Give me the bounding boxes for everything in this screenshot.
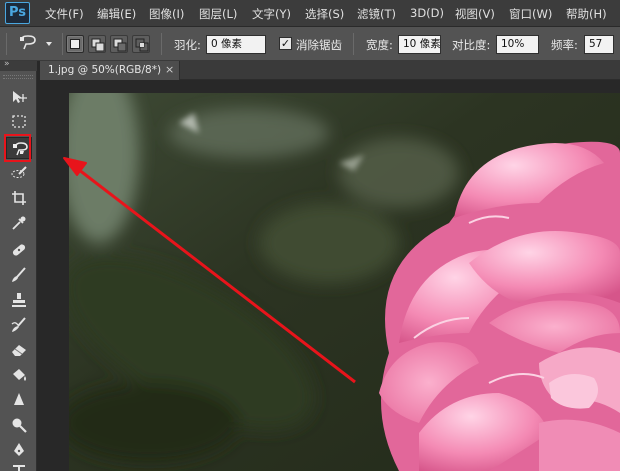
antialias-label: 消除锯齿 [296, 38, 342, 52]
frequency-label: 频率: [551, 38, 578, 52]
quick-selection-icon [11, 166, 27, 178]
eraser-icon [12, 345, 26, 356]
dodge-tool[interactable] [6, 414, 32, 436]
clone-stamp-tool[interactable] [6, 289, 32, 311]
collapse-toolbox-icon[interactable]: » [4, 59, 9, 69]
blur-tool[interactable] [6, 389, 32, 411]
menu-3d[interactable]: 3D(D) [410, 6, 444, 20]
history-brush-tool[interactable] [6, 314, 32, 336]
stamp-icon [12, 293, 26, 307]
subtract-selection-button[interactable] [110, 35, 128, 53]
type-icon [13, 465, 25, 471]
paint-bucket-tool[interactable] [6, 364, 32, 386]
document-tab-bar: 1.jpg @ 50%(RGB/8*) × [40, 61, 620, 80]
blur-drop-icon [14, 393, 24, 405]
document-image[interactable] [69, 93, 620, 471]
history-brush-icon [11, 317, 26, 332]
options-grip [6, 33, 7, 55]
menu-layer[interactable]: 图层(L) [199, 6, 237, 22]
type-tool[interactable] [6, 461, 32, 471]
marquee-tool[interactable] [6, 111, 32, 133]
menu-filter[interactable]: 滤镜(T) [357, 6, 396, 22]
toolbox: » [0, 59, 37, 471]
feather-input[interactable]: 0 像素 [206, 35, 266, 54]
rectangular-marquee-icon [12, 115, 26, 128]
pen-tool[interactable] [6, 439, 32, 461]
intersect-selection-icon [135, 38, 149, 52]
menu-view[interactable]: 视图(V) [455, 6, 495, 22]
add-selection-button[interactable] [88, 35, 106, 53]
magnetic-lasso-preset-icon [20, 35, 52, 50]
eyedropper-icon [12, 216, 26, 230]
brush-tool[interactable] [6, 264, 32, 286]
crop-icon [12, 191, 26, 205]
eyedropper-tool[interactable] [6, 212, 32, 234]
toolbox-grip[interactable] [3, 75, 33, 79]
menu-select[interactable]: 选择(S) [305, 6, 344, 22]
subtract-selection-icon [113, 38, 127, 52]
close-icon[interactable]: × [165, 63, 174, 76]
spot-healing-tool[interactable] [6, 239, 32, 261]
width-label: 宽度: [366, 38, 393, 52]
menu-bar: Ps 文件(F) 编辑(E) 图像(I) 图层(L) 文字(Y) 选择(S) 滤… [0, 0, 620, 27]
paint-bucket-icon [13, 369, 26, 381]
menu-type[interactable]: 文字(Y) [252, 6, 291, 22]
move-tool[interactable] [6, 86, 32, 108]
quick-selection-tool[interactable] [6, 162, 32, 184]
document-tab-title: 1.jpg @ 50%(RGB/8*) [48, 64, 162, 76]
feather-label: 羽化: [174, 38, 201, 52]
brush-icon [12, 267, 26, 282]
pen-icon [14, 443, 24, 456]
crop-tool[interactable] [6, 187, 32, 209]
new-selection-button[interactable] [66, 35, 84, 53]
add-selection-icon [91, 38, 105, 52]
menu-edit[interactable]: 编辑(E) [97, 6, 136, 22]
intersect-selection-button[interactable] [132, 35, 150, 53]
width-input[interactable]: 10 像素 [398, 35, 441, 54]
menu-image[interactable]: 图像(I) [149, 6, 184, 22]
menu-file[interactable]: 文件(F) [45, 6, 84, 22]
contrast-input[interactable]: 10% [496, 35, 539, 54]
tool-preset-picker[interactable] [18, 34, 56, 54]
options-bar: 羽化: 0 像素 ✓ 消除锯齿 宽度: 10 像素 对比度: 10% 频率: 5… [0, 27, 620, 61]
eraser-tool[interactable] [6, 339, 32, 361]
frequency-input[interactable]: 57 [584, 35, 614, 54]
new-selection-icon [70, 39, 80, 49]
antialias-checkbox[interactable]: ✓ [279, 37, 292, 50]
dodge-icon [12, 418, 27, 433]
camellia-photo [69, 93, 620, 471]
move-icon [13, 91, 27, 103]
menu-help[interactable]: 帮助(H) [566, 6, 607, 22]
photoshop-logo: Ps [5, 2, 30, 24]
bandage-icon [12, 244, 26, 256]
menu-window[interactable]: 窗口(W) [509, 6, 552, 22]
toolbox-header: » [0, 59, 37, 71]
document-tab[interactable]: 1.jpg @ 50%(RGB/8*) × [40, 61, 180, 80]
contrast-label: 对比度: [452, 38, 491, 52]
tool-highlight-box [4, 134, 31, 162]
